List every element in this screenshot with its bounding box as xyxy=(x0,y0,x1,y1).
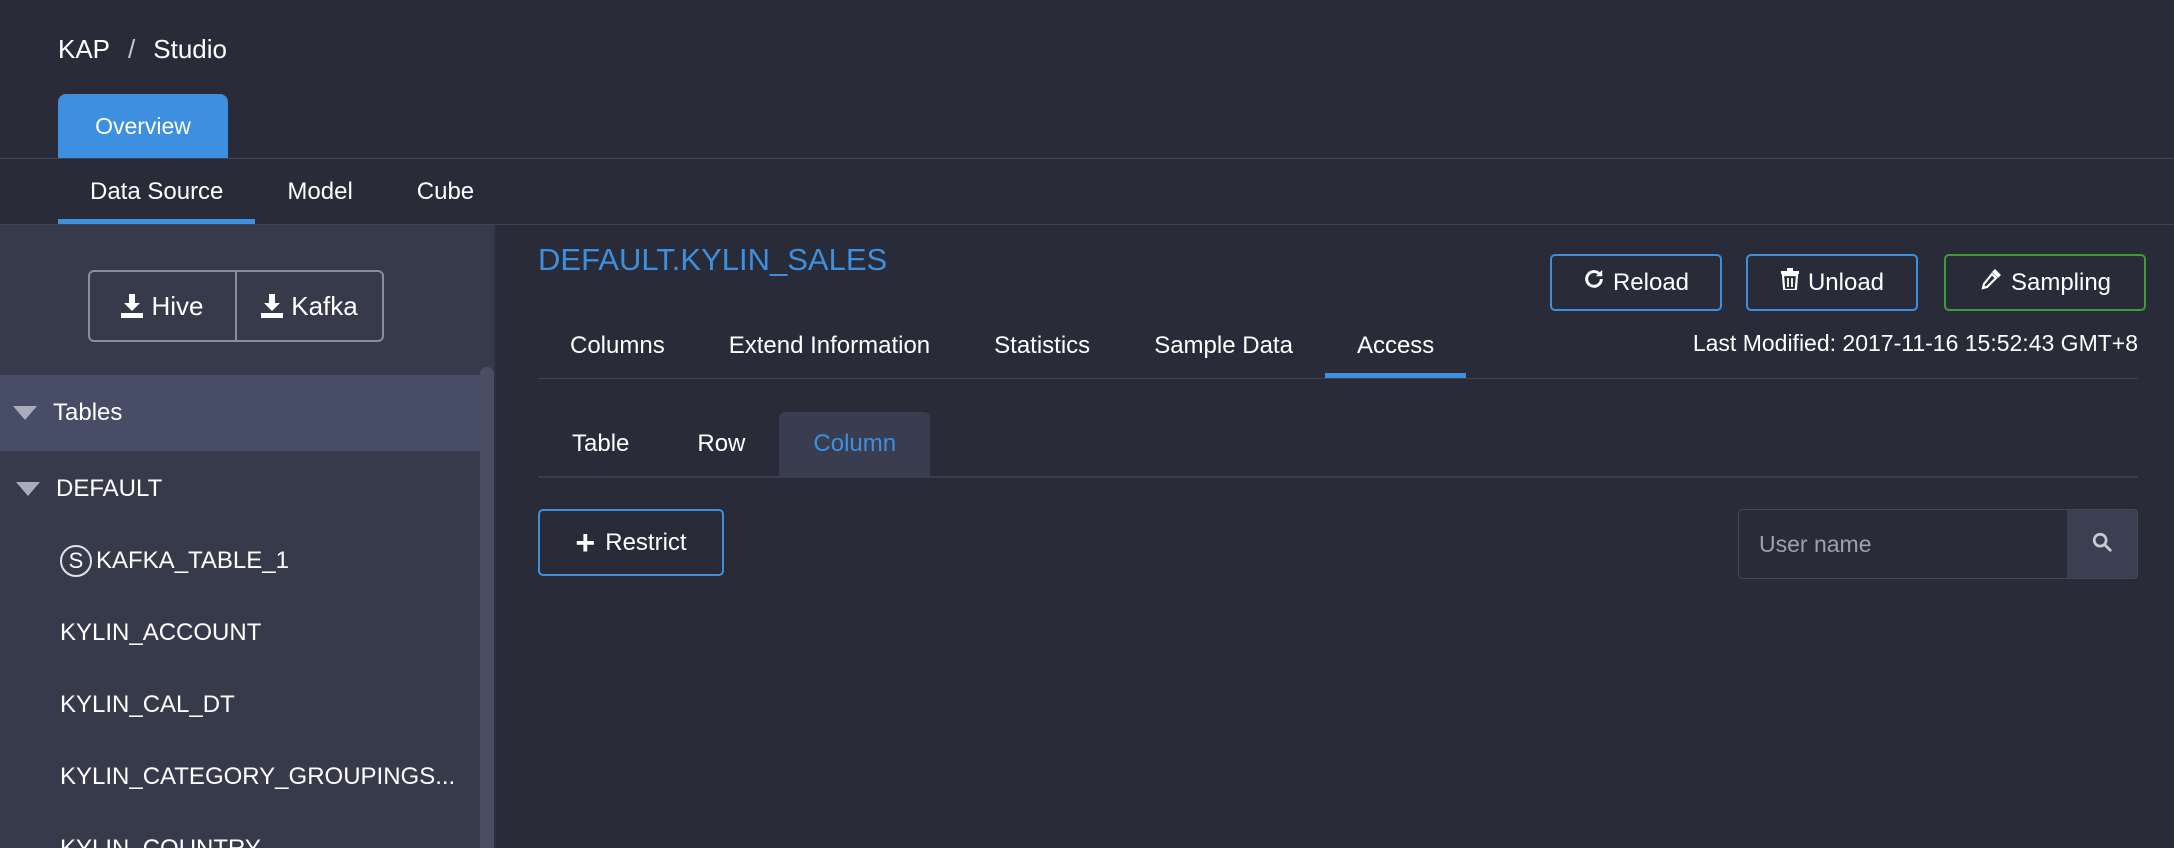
unload-label: Unload xyxy=(1807,268,1885,296)
table-item[interactable]: KYLIN_CATEGORY_GROUPINGS... xyxy=(60,741,480,813)
content-tabs: Columns Extend Information Statistics Sa… xyxy=(538,314,1467,378)
access-tab-table[interactable]: Table xyxy=(538,412,663,476)
caret-down-icon xyxy=(13,406,37,420)
table-item-label: KYLIN_ACCOUNT xyxy=(60,619,262,646)
table-item[interactable]: KYLIN_ACCOUNT xyxy=(60,597,480,669)
eyedropper-icon xyxy=(1979,267,2003,298)
sidebar-scrollbar[interactable] xyxy=(480,367,494,848)
breadcrumb-current: Studio xyxy=(153,34,227,64)
refresh-icon xyxy=(1583,268,1605,297)
download-icon xyxy=(121,294,144,318)
load-source-button-group: Hive Kafka xyxy=(88,270,384,342)
table-item-label: KYLIN_CAL_DT xyxy=(60,691,235,718)
table-item[interactable]: KYLIN_CAL_DT xyxy=(60,669,480,741)
reload-label: Reload xyxy=(1612,268,1690,296)
divider xyxy=(538,378,2138,379)
search-input[interactable] xyxy=(1739,510,2067,578)
plus-icon: + xyxy=(575,523,596,562)
reload-button[interactable]: Reload xyxy=(1550,254,1722,311)
tab-sample-data[interactable]: Sample Data xyxy=(1122,314,1325,378)
restrict-label: Restrict xyxy=(605,528,687,556)
streaming-badge-icon: S xyxy=(60,545,92,577)
tree-node-database[interactable]: DEFAULT xyxy=(0,453,480,525)
load-hive-button[interactable]: Hive xyxy=(90,272,235,340)
subnav: Data Source Model Cube xyxy=(58,160,506,224)
load-kafka-label: Kafka xyxy=(291,290,358,321)
unload-button[interactable]: Unload xyxy=(1746,254,1918,311)
subnav-model[interactable]: Model xyxy=(255,160,384,224)
table-item-label: KYLIN_COUNTRY xyxy=(60,835,261,848)
access-tab-row[interactable]: Row xyxy=(663,412,779,476)
sampling-button[interactable]: Sampling xyxy=(1944,254,2146,311)
tab-overview[interactable]: Overview xyxy=(58,94,228,159)
load-kafka-button[interactable]: Kafka xyxy=(235,272,382,340)
search-button[interactable] xyxy=(2067,510,2137,578)
table-item-label: KYLIN_CATEGORY_GROUPINGS... xyxy=(60,763,456,790)
tab-statistics[interactable]: Statistics xyxy=(962,314,1122,378)
restrict-button[interactable]: + Restrict xyxy=(538,509,724,576)
divider xyxy=(0,158,2174,159)
search-icon xyxy=(2091,531,2113,558)
breadcrumb: KAP / Studio xyxy=(58,34,227,65)
tab-columns[interactable]: Columns xyxy=(538,314,697,378)
load-hive-label: Hive xyxy=(151,290,204,321)
caret-down-icon xyxy=(16,482,40,496)
table-item-label: KAFKA_TABLE_1 xyxy=(96,547,289,574)
sampling-label: Sampling xyxy=(2010,268,2112,296)
table-item[interactable]: S KAFKA_TABLE_1 xyxy=(60,525,480,597)
tree-node-label: DEFAULT xyxy=(56,475,163,502)
divider xyxy=(538,476,2138,478)
tab-access[interactable]: Access xyxy=(1324,314,1467,378)
tab-extend-information[interactable]: Extend Information xyxy=(697,314,962,378)
tree-node-label: Tables xyxy=(53,399,123,426)
subnav-data-source[interactable]: Data Source xyxy=(58,160,256,224)
subnav-cube[interactable]: Cube xyxy=(385,160,506,224)
access-tab-column[interactable]: Column xyxy=(779,412,931,476)
breadcrumb-separator: / xyxy=(128,34,136,64)
tree-node-tables[interactable]: Tables xyxy=(0,375,480,451)
page-title: DEFAULT.KYLIN_SALES xyxy=(538,242,888,277)
user-search xyxy=(1738,509,2138,579)
trash-icon xyxy=(1780,268,1800,297)
sidebar: Hive Kafka Tables DEFAULT S KAFKA_TABLE_… xyxy=(0,225,496,848)
breadcrumb-root[interactable]: KAP xyxy=(58,34,110,65)
access-tabs: Table Row Column xyxy=(538,412,931,476)
download-icon xyxy=(261,294,284,318)
table-item[interactable]: KYLIN_COUNTRY xyxy=(60,813,480,848)
last-modified-text: Last Modified: 2017-11-16 15:52:43 GMT+8 xyxy=(1692,330,2138,356)
